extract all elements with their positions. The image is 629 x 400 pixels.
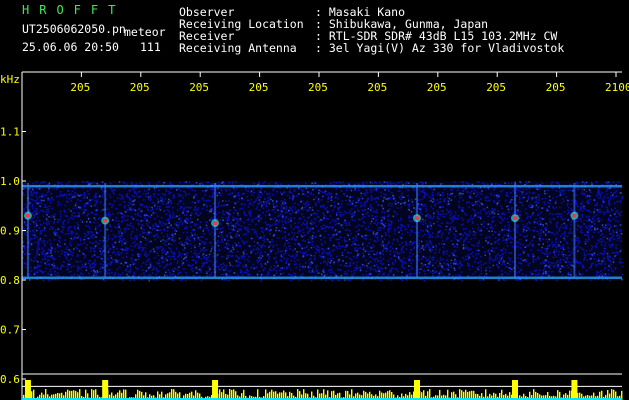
y-tick-label-1: 1.0 [0,175,20,188]
echo-trace-5 [573,183,576,278]
echo-core-5 [572,213,577,218]
y-axis-label: kHz [0,73,20,86]
x-tick-label-9: 2100 [605,81,629,94]
band-edge-line-0 [22,184,622,188]
echo-trace-1 [104,183,107,278]
noise-band [22,181,624,282]
hrofft-spectrogram-window: HROFFT UT2506062050.pn meteor 25.06.06 2… [0,0,629,400]
spectrogram-chart: 1.11.00.90.80.70.6 205 205 205 205 205 205 205… [0,71,629,400]
x-tick-label-4: 205 [308,81,328,94]
y-tick-label-2: 0.9 [0,225,20,238]
y-tick-label-5: 0.6 [0,373,20,386]
activity-spike-3 [414,380,421,400]
activity-spike-2 [212,380,219,400]
activity-spike-0 [24,380,31,400]
echo-core-1 [103,218,108,223]
echo-core-0 [25,213,30,218]
x-axis-ticks: 205 205 205 205 205 205 205 205 205 2100 [21,72,629,94]
activity-bars [22,380,623,400]
echo-trace-4 [514,183,517,278]
echo-trace-2 [214,183,217,278]
echo-core-2 [213,221,218,226]
x-tick-label-0: 205 [70,81,90,94]
echo-trace-3 [416,183,419,278]
x-tick-label-6: 205 [427,81,447,94]
band-edge-line-1 [22,276,622,280]
x-tick-label-1: 205 [130,81,150,94]
echo-core-4 [513,216,518,221]
x-tick-label-2: 205 [189,81,209,94]
y-tick-label-0: 1.1 [0,126,20,139]
activity-spike-1 [102,380,109,400]
activity-spike-5 [571,380,578,400]
y-tick-label-4: 0.7 [0,324,20,337]
echo-trace-0 [26,183,29,278]
x-tick-label-3: 205 [249,81,269,94]
activity-spike-4 [512,380,519,400]
y-tick-label-3: 0.8 [0,274,20,287]
echo-core-3 [415,216,420,221]
x-tick-label-5: 205 [367,81,387,94]
x-tick-label-8: 205 [546,81,566,94]
x-tick-label-7: 205 [486,81,506,94]
